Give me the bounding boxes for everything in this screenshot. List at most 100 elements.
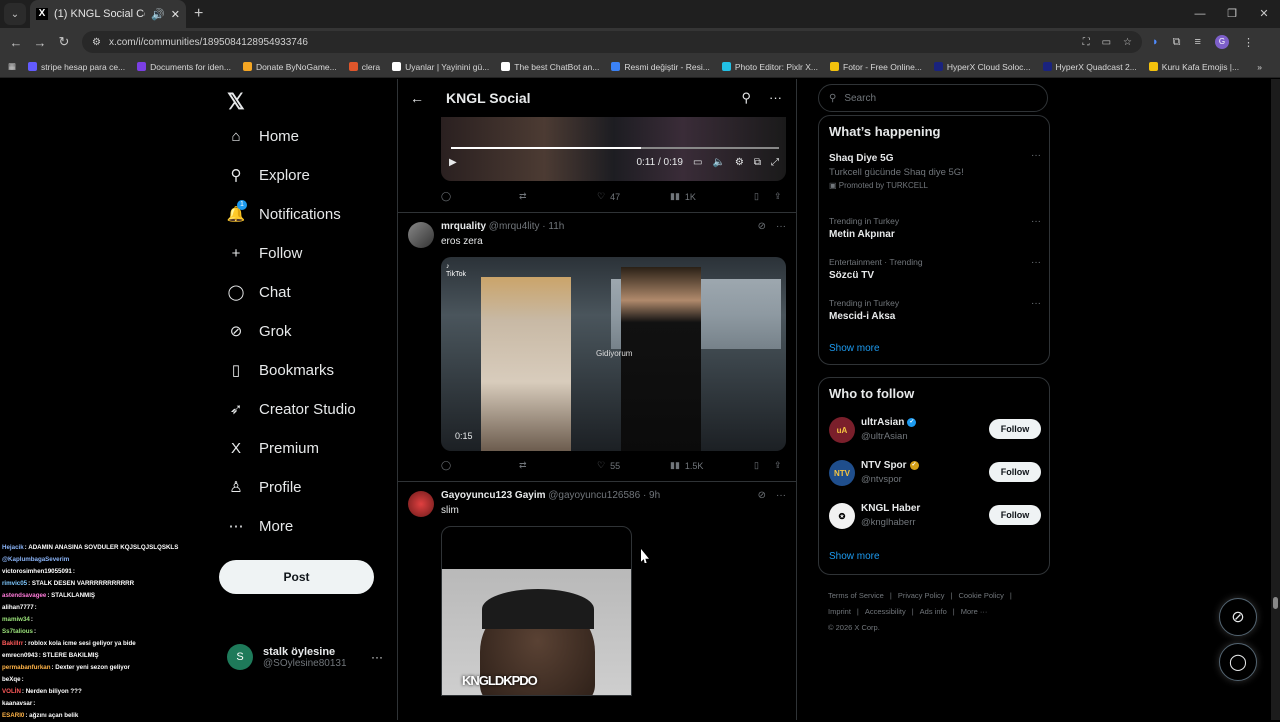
video-player-1[interactable]: ▶ 0:11 / 0:19 ▭ 🔈 ⚙ ⧉ ⤢ bbox=[441, 117, 786, 181]
suggestion-name[interactable]: NTV Spor bbox=[861, 460, 907, 471]
follow-suggestion[interactable]: ✪ KNGL Haber @knglhaberr Follow bbox=[829, 501, 1041, 531]
nav-item-notifications[interactable]: 🔔 Notifications 1 bbox=[227, 200, 341, 223]
nav-item-grok[interactable]: ⊘ Grok bbox=[227, 322, 292, 341]
tweet-image[interactable]: KNGLDKPDO bbox=[441, 526, 632, 696]
nav-item-profile[interactable]: ♙ Profile bbox=[227, 478, 301, 497]
tab-close-icon[interactable]: ✕ bbox=[171, 8, 180, 21]
play-icon[interactable]: ▶ bbox=[449, 157, 457, 168]
footer-link[interactable]: © 2026 X Corp. bbox=[828, 623, 880, 632]
grok-icon[interactable]: ⊘ bbox=[758, 221, 766, 232]
new-tab-button[interactable]: + bbox=[194, 5, 203, 23]
post-button[interactable]: Post bbox=[219, 560, 374, 594]
nav-item-more[interactable]: ⋯ More bbox=[227, 517, 294, 536]
retweet-icon[interactable]: ⇄ bbox=[519, 191, 597, 202]
account-switcher[interactable]: S stalk öylesine @SOylesine80131 bbox=[227, 644, 347, 670]
reply-icon[interactable]: ◯ bbox=[441, 460, 519, 471]
nav-item-explore[interactable]: ⚲ Explore bbox=[227, 166, 310, 185]
suggestion-avatar[interactable]: ✪ bbox=[829, 503, 855, 529]
video-player-2[interactable]: ♪ TikTok Gidiyorum 0:15 bbox=[441, 257, 786, 451]
trend-more-icon[interactable]: ··· bbox=[1031, 150, 1041, 161]
retweet-icon[interactable]: ⇄ bbox=[519, 460, 597, 471]
account-more-icon[interactable]: ··· bbox=[371, 650, 383, 664]
extensions-puzzle-icon[interactable]: ⧉ bbox=[1173, 36, 1181, 49]
show-more-follow-link[interactable]: Show more bbox=[829, 551, 880, 562]
grok-icon[interactable]: ⊘ bbox=[758, 490, 766, 501]
reply-icon[interactable]: ◯ bbox=[441, 191, 519, 202]
tweet-more-icon[interactable]: ··· bbox=[776, 221, 786, 232]
search-icon[interactable]: ⚲ bbox=[741, 90, 751, 106]
suggestion-name[interactable]: ultrAsian bbox=[861, 417, 904, 428]
trend-item[interactable]: Entertainment · Trending Sözcü TV ··· bbox=[829, 257, 1041, 281]
tweet-avatar[interactable] bbox=[408, 491, 434, 517]
bookmark-item[interactable]: clera bbox=[348, 62, 380, 72]
reload-icon[interactable]: ↻ bbox=[52, 34, 76, 50]
bookmark-item[interactable]: HyperX Cloud Soloc... bbox=[933, 62, 1031, 72]
bookmark-item[interactable]: HyperX Quadcast 2... bbox=[1042, 62, 1137, 72]
close-window-icon[interactable]: ✕ bbox=[1248, 0, 1280, 28]
bookmark-item[interactable]: Photo Editor: Pixlr X... bbox=[721, 62, 818, 72]
restore-icon[interactable]: ❐ bbox=[1216, 0, 1248, 28]
url-field[interactable]: ⚙ x.com/i/communities/189508412895493374… bbox=[82, 31, 1142, 53]
follow-button[interactable]: Follow bbox=[989, 505, 1041, 525]
bookmark-icon[interactable]: ▯ bbox=[754, 460, 774, 471]
bookmark-item[interactable]: Documents for iden... bbox=[137, 62, 231, 72]
follow-suggestion[interactable]: uA ultrAsian ✓ @ultrAsian Follow bbox=[829, 415, 1041, 445]
footer-link[interactable]: Ads info bbox=[920, 607, 947, 616]
nav-item-follow[interactable]: + Follow bbox=[227, 244, 303, 262]
x-logo-icon[interactable]: 𝕏 bbox=[227, 89, 245, 115]
footer-link[interactable]: More ··· bbox=[961, 607, 988, 616]
suggestion-avatar[interactable]: uA bbox=[829, 417, 855, 443]
nav-item-creator-studio[interactable]: ➶ Creator Studio bbox=[227, 400, 356, 419]
follow-button[interactable]: Follow bbox=[989, 462, 1041, 482]
profile-avatar[interactable]: G bbox=[1214, 35, 1229, 49]
tweet-time[interactable]: · 11h bbox=[542, 221, 564, 232]
back-arrow-icon[interactable]: ← bbox=[410, 90, 424, 106]
nav-item-bookmarks[interactable]: ▯ Bookmarks bbox=[227, 361, 334, 380]
tweet-author-name[interactable]: mrquality bbox=[441, 221, 486, 232]
tweet-more-icon[interactable]: ··· bbox=[776, 490, 786, 501]
share-icon[interactable]: ⇪ bbox=[774, 460, 782, 471]
translate-icon[interactable]: ⛶ bbox=[1083, 37, 1090, 48]
tweet-avatar[interactable] bbox=[408, 222, 434, 248]
tweet-author-handle[interactable]: @mrqu4lity bbox=[489, 221, 540, 232]
show-more-trends-link[interactable]: Show more bbox=[829, 343, 880, 354]
settings-icon[interactable]: ⚙ bbox=[735, 157, 744, 168]
back-icon[interactable]: ← bbox=[4, 35, 28, 50]
captions-icon[interactable]: ▭ bbox=[693, 157, 702, 168]
nav-item-home[interactable]: ⌂ Home bbox=[227, 127, 299, 145]
nav-item-premium[interactable]: X Premium bbox=[227, 439, 319, 457]
trend-item[interactable]: Shaq Diye 5G Turkcell gücünde Shaq diye 5… bbox=[829, 150, 1041, 190]
trend-item[interactable]: Trending in Turkey Metin Akpınar ··· bbox=[829, 216, 1041, 240]
trend-item[interactable]: Trending in Turkey Mescid-i Aksa ··· bbox=[829, 298, 1041, 322]
views-button[interactable]: ▮▮ 1.5K bbox=[670, 460, 754, 471]
bookmark-item[interactable]: Uyanlar | Yayinini gü... bbox=[392, 62, 489, 72]
bookmark-icon[interactable]: ▯ bbox=[754, 191, 774, 202]
follow-suggestion[interactable]: NTV NTV Spor ✓ @ntvspor Follow bbox=[829, 458, 1041, 488]
browser-tab[interactable]: X (1) KNGL Social Community 🔊 ✕ bbox=[30, 0, 186, 28]
footer-link[interactable]: Privacy Policy bbox=[898, 591, 945, 600]
bookmark-item[interactable]: Resmi değiştir - Resi... bbox=[611, 62, 710, 72]
like-button[interactable]: ♡ 47 bbox=[597, 191, 670, 202]
like-button[interactable]: ♡ 55 bbox=[597, 460, 670, 471]
minimize-icon[interactable]: — bbox=[1184, 0, 1216, 28]
footer-link[interactable]: Cookie Policy bbox=[958, 591, 1003, 600]
grok-fab-icon[interactable]: ⊘ bbox=[1219, 598, 1257, 636]
bookmark-item[interactable]: Kuru Kafa Emojis |... bbox=[1148, 62, 1239, 72]
trend-more-icon[interactable]: ··· bbox=[1031, 298, 1041, 309]
more-icon[interactable]: ··· bbox=[769, 90, 782, 106]
apps-grid-icon[interactable]: ▦ bbox=[8, 61, 16, 72]
pip-icon[interactable]: ⧉ bbox=[754, 157, 761, 168]
star-icon[interactable]: ☆ bbox=[1123, 37, 1132, 48]
bookmark-item[interactable]: Donate ByNoGame... bbox=[242, 62, 337, 72]
tab-search-button[interactable]: ⌄ bbox=[4, 3, 26, 25]
views-button[interactable]: ▮▮ 1K bbox=[670, 191, 754, 202]
video-progress-bar[interactable] bbox=[451, 147, 779, 149]
trend-more-icon[interactable]: ··· bbox=[1031, 257, 1041, 268]
tweet-author-name[interactable]: Gayoyuncu123 Gayim bbox=[441, 490, 546, 501]
scrollbar[interactable] bbox=[1271, 79, 1280, 720]
footer-link[interactable]: Accessibility bbox=[865, 607, 906, 616]
nav-item-chat[interactable]: ◯ Chat bbox=[227, 283, 291, 302]
share-icon[interactable]: ⇪ bbox=[774, 191, 782, 202]
bookmark-item[interactable]: Fotor - Free Online... bbox=[830, 62, 922, 72]
footer-link[interactable]: Imprint bbox=[828, 607, 851, 616]
